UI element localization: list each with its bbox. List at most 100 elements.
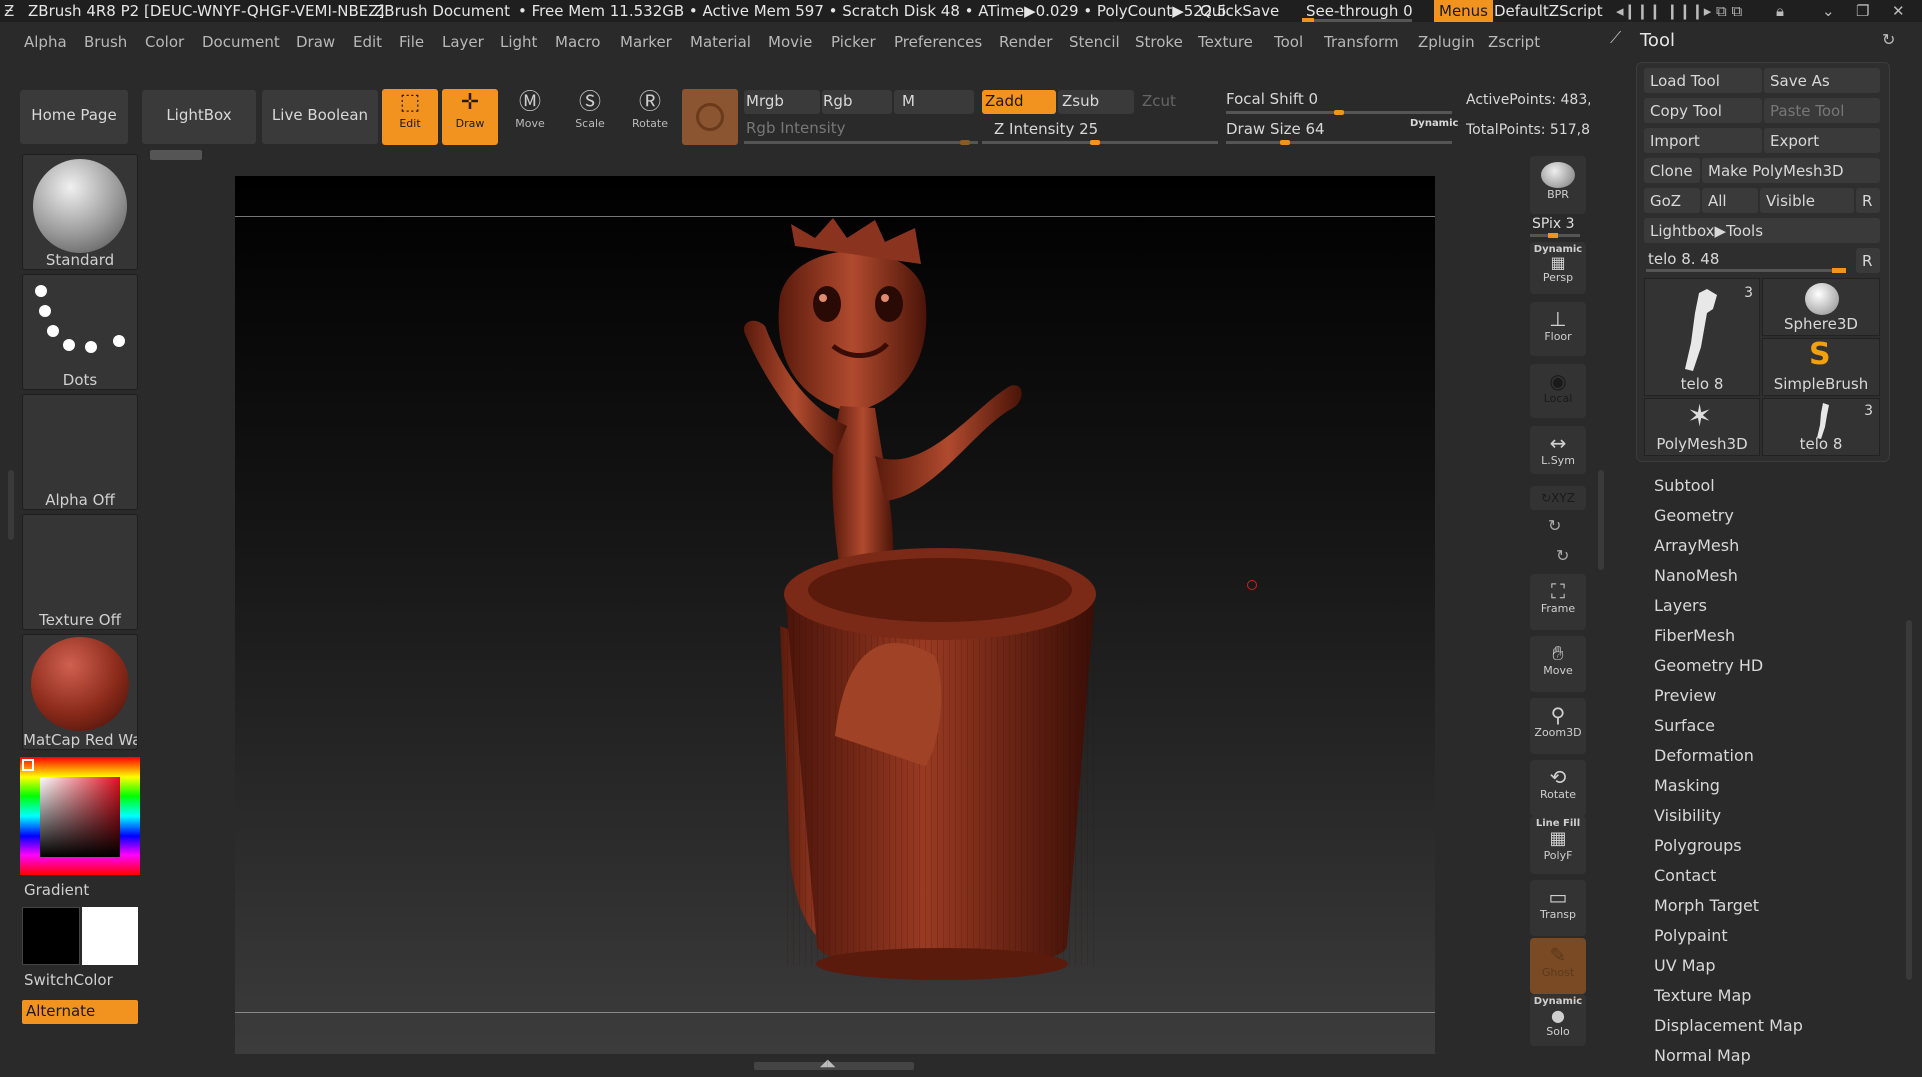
- rotate-mode-button[interactable]: Ⓡ Rotate: [622, 89, 678, 145]
- tool-thumb-sphere3d[interactable]: Sphere3D: [1762, 278, 1880, 336]
- hue-marker[interactable]: [22, 759, 34, 771]
- subpalette-surface[interactable]: Surface: [1654, 716, 1715, 735]
- export-button[interactable]: Export: [1764, 128, 1880, 153]
- lsym-toggle[interactable]: ↔ L.Sym: [1530, 426, 1586, 474]
- zoom3d-button[interactable]: ⚲ Zoom3D: [1530, 698, 1586, 754]
- transp-toggle[interactable]: ▭ Transp: [1530, 880, 1586, 936]
- lightbox-button[interactable]: LightBox: [142, 90, 256, 144]
- paste-tool-button[interactable]: Paste Tool: [1764, 98, 1880, 123]
- switchcolor-button[interactable]: SwitchColor: [24, 971, 113, 989]
- tool-thumb-telo8-b[interactable]: 3 telo 8: [1762, 398, 1880, 456]
- make-polymesh3d-button[interactable]: Make PolyMesh3D: [1702, 158, 1880, 183]
- menu-edit[interactable]: Edit: [353, 33, 382, 51]
- subpalette-polygroups[interactable]: Polygroups: [1654, 836, 1742, 855]
- subpalette-morph-target[interactable]: Morph Target: [1654, 896, 1759, 915]
- clone-button[interactable]: Clone: [1644, 158, 1700, 183]
- menu-material[interactable]: Material: [690, 33, 751, 51]
- subpalette-arraymesh[interactable]: ArrayMesh: [1654, 536, 1739, 555]
- menu-light[interactable]: Light: [500, 33, 537, 51]
- ghost-toggle[interactable]: ✎ Ghost: [1530, 938, 1586, 994]
- refresh-icon[interactable]: ↻: [1882, 30, 1895, 49]
- texture-selector[interactable]: Texture Off: [22, 514, 138, 630]
- menu-macro[interactable]: Macro: [555, 33, 600, 51]
- tool-thumb-simplebrush[interactable]: S SimpleBrush: [1762, 337, 1880, 396]
- stroke-selector[interactable]: Dots: [22, 274, 138, 390]
- rgb-toggle[interactable]: Rgb: [822, 90, 892, 114]
- groot-in-pot-model[interactable]: [235, 176, 1435, 1054]
- m-toggle[interactable]: M: [894, 90, 974, 114]
- canvas-viewport[interactable]: [235, 176, 1435, 1054]
- spix-knob[interactable]: [1548, 233, 1558, 238]
- draw-mode-button[interactable]: ✛ Draw: [442, 89, 498, 145]
- draw-size-slider[interactable]: Draw Size 64: [1226, 120, 1325, 138]
- load-tool-button[interactable]: Load Tool: [1644, 68, 1762, 93]
- current-tool-slider[interactable]: telo 8. 48: [1648, 250, 1719, 268]
- live-boolean-button[interactable]: Live Boolean: [262, 90, 378, 144]
- menu-texture[interactable]: Texture: [1198, 33, 1253, 51]
- menu-stencil[interactable]: Stencil: [1069, 33, 1120, 51]
- subpalette-texture-map[interactable]: Texture Map: [1654, 986, 1751, 1005]
- canvas-scroll-handle[interactable]: [150, 150, 202, 160]
- z-rotate-icon[interactable]: ↻: [1556, 546, 1569, 565]
- persp-toggle[interactable]: Dynamic ▦ Persp: [1530, 242, 1586, 294]
- subpalette-masking[interactable]: Masking: [1654, 776, 1720, 795]
- subpalette-layers[interactable]: Layers: [1654, 596, 1707, 615]
- menu-file[interactable]: File: [399, 33, 424, 51]
- zsub-toggle[interactable]: Zsub: [1058, 90, 1134, 114]
- rotate-view-button[interactable]: ⟲ Rotate: [1530, 760, 1586, 816]
- alpha-selector[interactable]: Alpha Off: [22, 394, 138, 510]
- brush-selector[interactable]: Standard: [22, 154, 138, 270]
- mrgb-toggle[interactable]: Mrgb: [744, 90, 820, 114]
- secondary-color-swatch[interactable]: [82, 907, 138, 965]
- zcut-toggle[interactable]: Zcut: [1142, 92, 1176, 110]
- menu-color[interactable]: Color: [145, 33, 184, 51]
- menu-document[interactable]: Document: [202, 33, 280, 51]
- y-rotate-icon[interactable]: ↻: [1548, 516, 1561, 535]
- menu-brush[interactable]: Brush: [84, 33, 127, 51]
- subpalette-fibermesh[interactable]: FiberMesh: [1654, 626, 1735, 645]
- menu-zscript[interactable]: Zscript: [1488, 33, 1540, 51]
- move-mode-button[interactable]: Ⓜ Move: [502, 89, 558, 145]
- current-tool-r-button[interactable]: R: [1856, 248, 1880, 273]
- floor-toggle[interactable]: ⊥ Floor: [1530, 302, 1586, 356]
- home-page-button[interactable]: Home Page: [20, 90, 128, 144]
- zadd-toggle[interactable]: Zadd: [982, 90, 1056, 114]
- import-button[interactable]: Import: [1644, 128, 1762, 153]
- solo-toggle[interactable]: Dynamic ● Solo: [1530, 994, 1586, 1046]
- draw-size-knob[interactable]: [1280, 140, 1290, 145]
- current-tool-knob[interactable]: [1832, 268, 1846, 273]
- frame-button[interactable]: ⛶ Frame: [1530, 574, 1586, 630]
- chevron-up-down-icon[interactable]: ◢◣: [820, 1058, 835, 1069]
- close-icon[interactable]: ✕: [1892, 2, 1905, 20]
- color-saturation-square[interactable]: [40, 777, 120, 857]
- minimize-icon[interactable]: ⌄: [1822, 2, 1835, 20]
- menu-transform[interactable]: Transform: [1324, 33, 1399, 51]
- see-through-knob[interactable]: [1302, 18, 1314, 22]
- subpalette-nanomesh[interactable]: NanoMesh: [1654, 566, 1738, 585]
- color-picker[interactable]: [20, 757, 140, 875]
- move-view-button[interactable]: ✋︎ Move: [1530, 636, 1586, 692]
- goz-visible-button[interactable]: Visible: [1760, 188, 1854, 213]
- default-zscript[interactable]: DefaultZScript: [1494, 2, 1603, 20]
- focal-shift-knob[interactable]: [1334, 110, 1344, 115]
- subpalette-contact[interactable]: Contact: [1654, 866, 1716, 885]
- z-intensity-knob[interactable]: [1090, 140, 1100, 145]
- polyframe-toggle[interactable]: Line Fill ▦ PolyF: [1530, 816, 1586, 874]
- menu-zplugin[interactable]: Zplugin: [1418, 33, 1475, 51]
- alternate-toggle[interactable]: Alternate: [22, 1000, 138, 1024]
- menu-alpha[interactable]: Alpha: [24, 33, 67, 51]
- menu-render[interactable]: Render: [999, 33, 1052, 51]
- lightbox-tools-button[interactable]: Lightbox▶Tools: [1644, 218, 1880, 243]
- xyz-symmetry-toggle[interactable]: ↻XYZ: [1530, 486, 1586, 510]
- subpalette-geometry[interactable]: Geometry: [1654, 506, 1734, 525]
- restore-icon[interactable]: ❐: [1856, 2, 1869, 20]
- edit-mode-button[interactable]: ⬚ Edit: [382, 89, 438, 145]
- lock-icon[interactable]: 🔒︎: [1776, 2, 1784, 20]
- scale-mode-button[interactable]: Ⓢ Scale: [562, 89, 618, 145]
- subpalette-uv-map[interactable]: UV Map: [1654, 956, 1716, 975]
- tool-thumb-telo8[interactable]: 3 telo 8: [1644, 278, 1760, 396]
- see-through-slider[interactable]: See-through 0: [1306, 2, 1413, 20]
- goz-button[interactable]: GoZ: [1644, 188, 1700, 213]
- material-selector[interactable]: MatCap Red Wax: [22, 634, 138, 750]
- menus-toggle[interactable]: Menus: [1434, 0, 1493, 22]
